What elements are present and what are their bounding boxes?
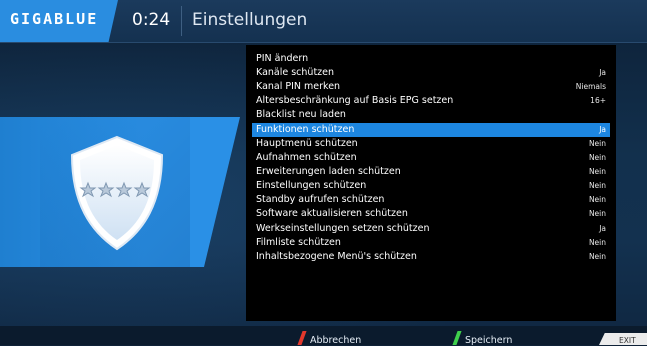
menu-item-label: Filmliste schützen (256, 237, 341, 248)
menu-item-value: Ja (599, 224, 606, 233)
menu-item-pin-aendern[interactable]: PIN ändern (252, 52, 610, 66)
header-divider (181, 6, 182, 36)
menu-item-label: Standby aufrufen schützen (256, 194, 385, 205)
menu-item-kanaele-schuetzen[interactable]: Kanäle schützen Ja (252, 66, 610, 80)
menu-item-label: Aufnahmen schützen (256, 152, 357, 163)
page-title: Einstellungen (192, 10, 308, 30)
menu-item-value: 16+ (590, 96, 606, 105)
menu-item-value: Nein (588, 153, 606, 162)
menu-item-value: Nein (588, 195, 606, 204)
menu-item-filmliste-schuetzen[interactable]: Filmliste schützen Nein (252, 236, 610, 250)
exit-label: EXIT (619, 336, 636, 345)
menu-item-value: Ja (599, 125, 606, 134)
menu-item-value: Niemals (575, 82, 606, 91)
menu-item-label: PIN ändern (256, 53, 309, 64)
menu-item-hauptmenue-schuetzen[interactable]: Hauptmenü schützen Nein (252, 137, 610, 151)
menu-item-value: Nein (588, 252, 606, 261)
logo-box: GIGABLUE (0, 0, 118, 42)
menu-item-label: Funktionen schützen (256, 124, 355, 135)
menu-item-value: Nein (588, 167, 606, 176)
menu-item-einstellungen-schuetzen[interactable]: Einstellungen schützen Nein (252, 179, 610, 193)
clock: 0:24 (132, 10, 171, 30)
menu-item-label: Erweiterungen laden schützen (256, 166, 401, 177)
settings-menu: PIN ändern Kanäle schützen Ja Kanal PIN … (246, 45, 616, 321)
menu-item-kanal-pin-merken[interactable]: Kanal PIN merken Niemals (252, 80, 610, 94)
menu-item-label: Kanäle schützen (256, 67, 335, 78)
menu-item-software-aktualisieren-schuetzen[interactable]: Software aktualisieren schützen Nein (252, 207, 610, 221)
menu-item-inhaltsbezogene-menues-schuetzen[interactable]: Inhaltsbezogene Menü's schützen Nein (252, 250, 610, 264)
save-button[interactable]: Speichern (465, 335, 512, 346)
menu-item-label: Kanal PIN merken (256, 81, 341, 92)
menu-item-value: Nein (588, 181, 606, 190)
menu-item-blacklist-neu-laden[interactable]: Blacklist neu laden (252, 108, 610, 122)
menu-item-funktionen-schuetzen[interactable]: Funktionen schützen Ja (252, 123, 610, 137)
menu-item-label: Blacklist neu laden (256, 109, 346, 120)
brand-logo: GIGABLUE (10, 10, 99, 28)
menu-item-value: Nein (588, 238, 606, 247)
menu-item-label: Werkseinstellungen setzen schützen (256, 223, 430, 234)
menu-item-label: Inhaltsbezogene Menü's schützen (256, 251, 417, 262)
menu-item-label: Software aktualisieren schützen (256, 208, 408, 219)
menu-item-werkseinstellungen-schuetzen[interactable]: Werkseinstellungen setzen schützen Ja (252, 222, 610, 236)
menu-item-altersbeschraenkung[interactable]: Altersbeschränkung auf Basis EPG setzen … (252, 94, 610, 108)
menu-item-standby-aufrufen-schuetzen[interactable]: Standby aufrufen schützen Nein (252, 193, 610, 207)
menu-item-value: Ja (599, 68, 606, 77)
cancel-button[interactable]: Abbrechen (310, 335, 361, 346)
menu-item-label: Einstellungen schützen (256, 180, 367, 191)
header-bar: GIGABLUE 0:24 Einstellungen (0, 0, 647, 43)
shield-stars-icon (62, 133, 172, 253)
menu-item-label: Altersbeschränkung auf Basis EPG setzen (256, 95, 454, 106)
menu-item-erweiterungen-laden-schuetzen[interactable]: Erweiterungen laden schützen Nein (252, 165, 610, 179)
menu-item-aufnahmen-schuetzen[interactable]: Aufnahmen schützen Nein (252, 151, 610, 165)
menu-item-label: Hauptmenü schützen (256, 138, 358, 149)
menu-item-value: Nein (588, 209, 606, 218)
menu-item-value: Nein (588, 139, 606, 148)
